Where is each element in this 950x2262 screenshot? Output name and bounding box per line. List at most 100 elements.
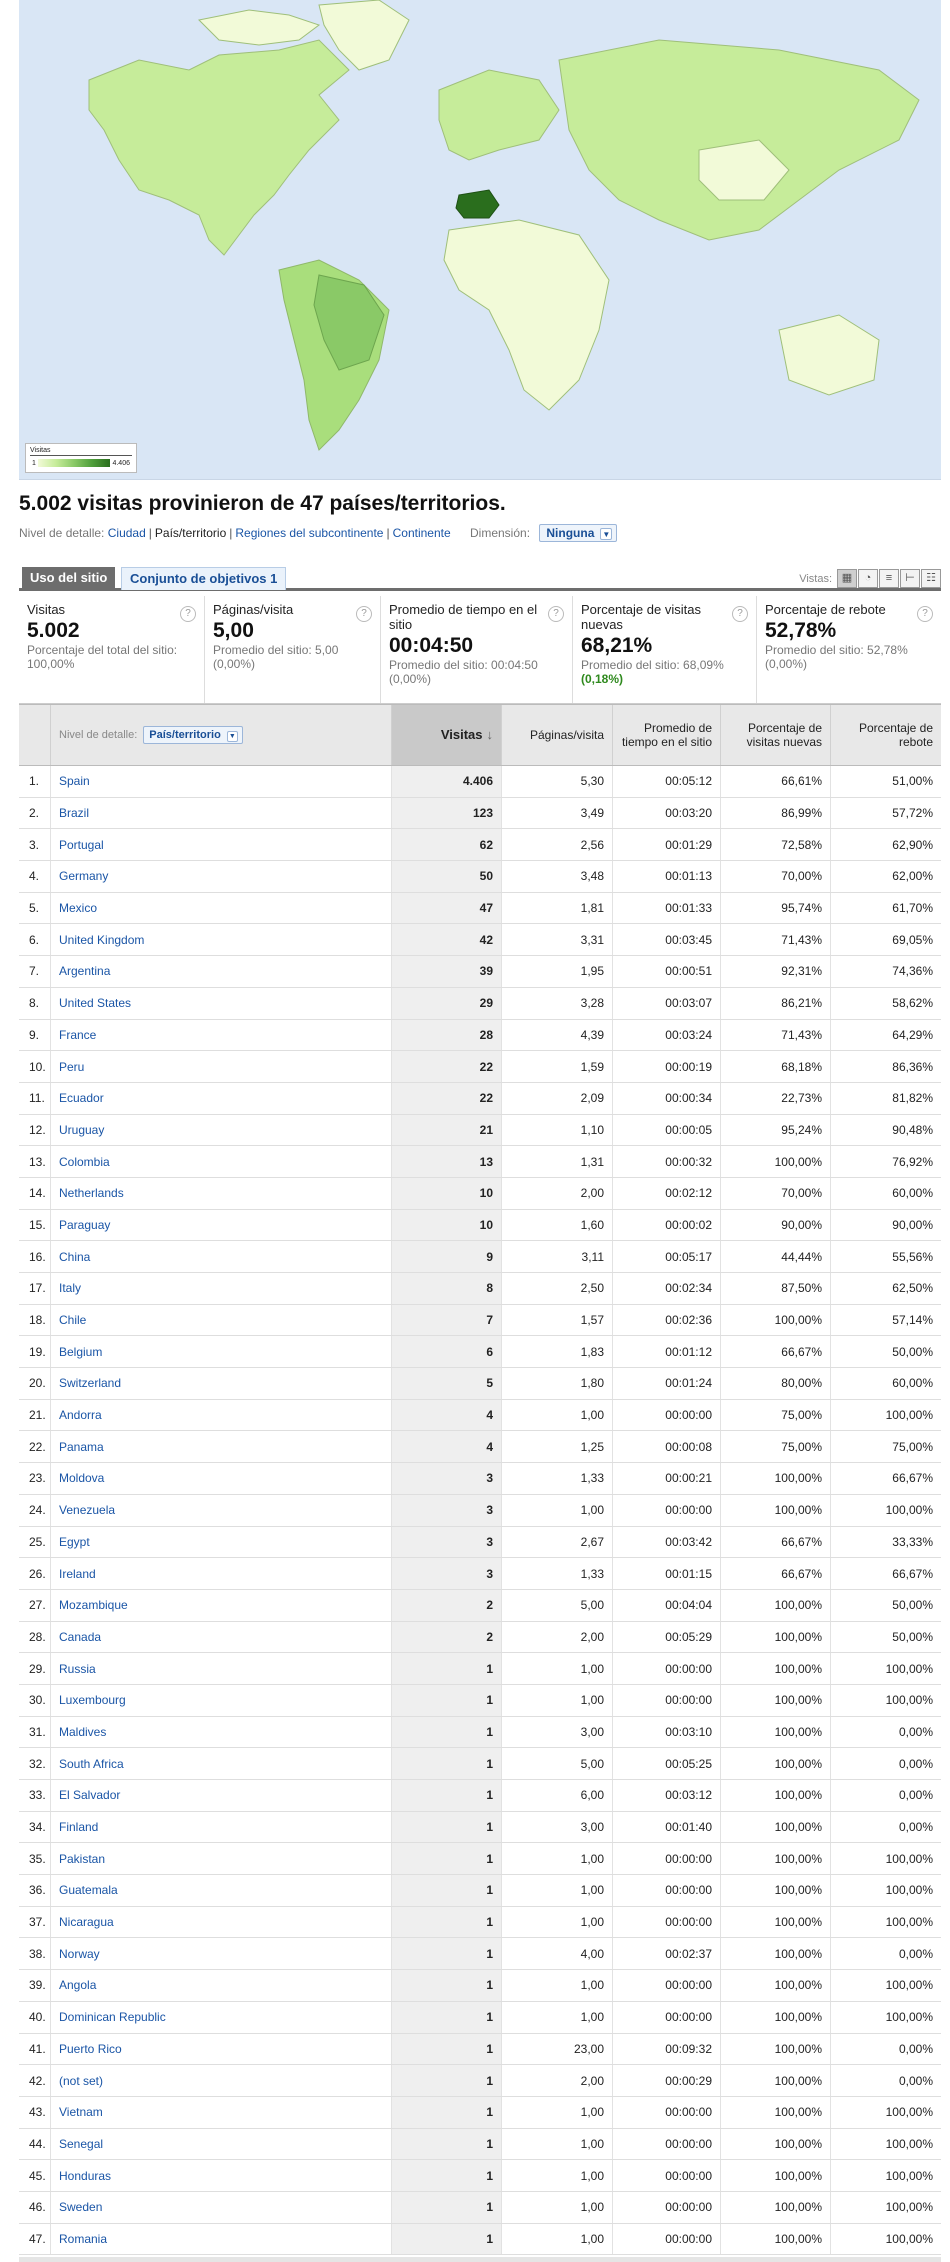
- help-icon[interactable]: ?: [732, 606, 748, 622]
- country-link[interactable]: Egypt: [51, 1526, 392, 1558]
- country-link[interactable]: Moldova: [51, 1463, 392, 1494]
- country-link[interactable]: Chile: [51, 1304, 392, 1336]
- country-link[interactable]: Venezuela: [51, 1494, 392, 1526]
- country-link[interactable]: (not set): [51, 2065, 392, 2096]
- country-link[interactable]: Angola: [51, 1970, 392, 2001]
- country-link[interactable]: Mozambique: [51, 1589, 392, 1621]
- country-link[interactable]: Sweden: [51, 2191, 392, 2223]
- country-link[interactable]: South Africa: [51, 1748, 392, 1779]
- country-link[interactable]: Peru: [51, 1051, 392, 1082]
- table-row: 44. Senegal 1 1,00 00:00:00 100,00% 100,00%: [19, 2128, 941, 2161]
- country-link[interactable]: United Kingdom: [51, 924, 392, 956]
- country-link[interactable]: Dominican Republic: [51, 2001, 392, 2033]
- country-link[interactable]: Brazil: [51, 797, 392, 829]
- country-link[interactable]: Switzerland: [51, 1368, 392, 1399]
- pie-view-icon[interactable]: ◔: [858, 569, 878, 588]
- table-row: 20. Switzerland 5 1,80 00:01:24 80,00% 60,00%: [19, 1368, 941, 1400]
- country-link[interactable]: Panama: [51, 1431, 392, 1463]
- header-avg-time[interactable]: Promedio de tiempo en el sitio: [613, 705, 721, 765]
- time-cell: 00:00:00: [613, 1653, 721, 1684]
- time-cell: 00:00:29: [613, 2065, 721, 2096]
- country-link[interactable]: Italy: [51, 1273, 392, 1304]
- country-link[interactable]: China: [51, 1241, 392, 1272]
- country-link[interactable]: Paraguay: [51, 1209, 392, 1241]
- table-detail-select[interactable]: País/territorio ▼: [143, 726, 243, 744]
- country-link[interactable]: Honduras: [51, 2160, 392, 2191]
- bounce-cell: 0,00%: [898, 2041, 933, 2056]
- country-link[interactable]: Puerto Rico: [51, 2033, 392, 2065]
- country-link[interactable]: Canada: [51, 1621, 392, 1653]
- country-link[interactable]: Argentina: [51, 956, 392, 987]
- time-cell: 00:03:12: [613, 1780, 721, 1811]
- country-link[interactable]: Colombia: [51, 1146, 392, 1177]
- visits-cell: 8: [392, 1273, 502, 1304]
- time-cell: 00:01:29: [613, 829, 721, 861]
- country-link[interactable]: Germany: [51, 861, 392, 892]
- help-icon[interactable]: ?: [548, 606, 564, 622]
- country-link[interactable]: Ecuador: [51, 1082, 392, 1114]
- country-link[interactable]: Pakistan: [51, 1843, 392, 1875]
- comparison-view-icon[interactable]: ⊢: [900, 569, 920, 588]
- country-link[interactable]: Nicaragua: [51, 1906, 392, 1938]
- help-icon[interactable]: ?: [917, 606, 933, 622]
- pages-cell: 1,00: [502, 1843, 613, 1875]
- row-rank: 10.: [19, 1051, 51, 1082]
- header-dimension: Nivel de detalle: País/territorio ▼: [51, 705, 392, 765]
- country-link[interactable]: El Salvador: [51, 1780, 392, 1811]
- country-link[interactable]: Guatemala: [51, 1875, 392, 1906]
- new-visits-cell: 100,00%: [721, 1684, 831, 1716]
- country-link[interactable]: Spain: [51, 766, 392, 797]
- help-icon[interactable]: ?: [180, 606, 196, 622]
- country-link[interactable]: Luxembourg: [51, 1684, 392, 1716]
- header-pages-per-visit[interactable]: Páginas/visita: [502, 705, 613, 765]
- table-view-icon[interactable]: ▦: [837, 569, 857, 588]
- help-icon[interactable]: ?: [356, 606, 372, 622]
- country-link[interactable]: Andorra: [51, 1399, 392, 1431]
- new-visits-cell: 71,43%: [721, 1019, 831, 1051]
- detail-link-city[interactable]: Ciudad: [108, 526, 146, 540]
- country-link[interactable]: Finland: [51, 1811, 392, 1843]
- country-link[interactable]: Portugal: [51, 829, 392, 861]
- tab-site-usage[interactable]: Uso del sitio: [22, 567, 116, 590]
- time-cell: 00:00:00: [613, 2223, 721, 2255]
- pivot-view-icon[interactable]: ☷: [921, 569, 941, 588]
- visits-cell: 1: [392, 1906, 502, 1938]
- bar-view-icon[interactable]: ≡: [879, 569, 899, 588]
- country-link[interactable]: Maldives: [51, 1716, 392, 1748]
- new-visits-cell: 100,00%: [721, 2033, 831, 2065]
- new-visits-cell: 95,74%: [721, 892, 831, 924]
- country-link[interactable]: Senegal: [51, 2128, 392, 2160]
- country-table: Nivel de detalle: País/territorio ▼ Visit…: [19, 704, 941, 2256]
- new-visits-cell: 75,00%: [721, 1399, 831, 1431]
- country-link[interactable]: Russia: [51, 1653, 392, 1684]
- country-link[interactable]: United States: [51, 987, 392, 1019]
- visits-cell: 1: [392, 1716, 502, 1748]
- country-link[interactable]: Vietnam: [51, 2096, 392, 2128]
- tab-goal-set-1[interactable]: Conjunto de objetivos 1: [121, 567, 287, 590]
- country-link[interactable]: Mexico: [51, 892, 392, 924]
- visits-cell: 22: [392, 1051, 502, 1082]
- country-link[interactable]: Ireland: [51, 1558, 392, 1589]
- country-link[interactable]: Netherlands: [51, 1177, 392, 1209]
- row-rank: 20.: [19, 1368, 51, 1399]
- country-link[interactable]: Norway: [51, 1938, 392, 1970]
- country-link[interactable]: Uruguay: [51, 1114, 392, 1146]
- horizontal-scrollbar[interactable]: [19, 2257, 941, 2262]
- visits-cell: 5: [392, 1368, 502, 1399]
- bounce-cell: 100,00%: [885, 1851, 933, 1866]
- detail-link-continent[interactable]: Continente: [393, 526, 451, 540]
- time-cell: 00:02:36: [613, 1304, 721, 1336]
- bounce-cell: 0,00%: [898, 1756, 933, 1771]
- new-visits-cell: 100,00%: [721, 1906, 831, 1938]
- country-link[interactable]: Romania: [51, 2223, 392, 2255]
- country-link[interactable]: France: [51, 1019, 392, 1051]
- views-label: Vistas:: [799, 572, 832, 585]
- dimension-select[interactable]: Ninguna ▼: [539, 524, 618, 542]
- header-new-visits[interactable]: Porcentaje de visitas nuevas: [721, 705, 831, 765]
- country-link[interactable]: Belgium: [51, 1336, 392, 1368]
- time-cell: 00:00:00: [613, 1399, 721, 1431]
- header-visits[interactable]: Visitas ↓: [392, 705, 502, 765]
- header-bounce-rate[interactable]: Porcentaje de rebote: [831, 705, 941, 765]
- detail-link-subcontinent[interactable]: Regiones del subcontinente: [235, 526, 383, 540]
- world-map[interactable]: Visitas 1 4.406: [19, 0, 941, 480]
